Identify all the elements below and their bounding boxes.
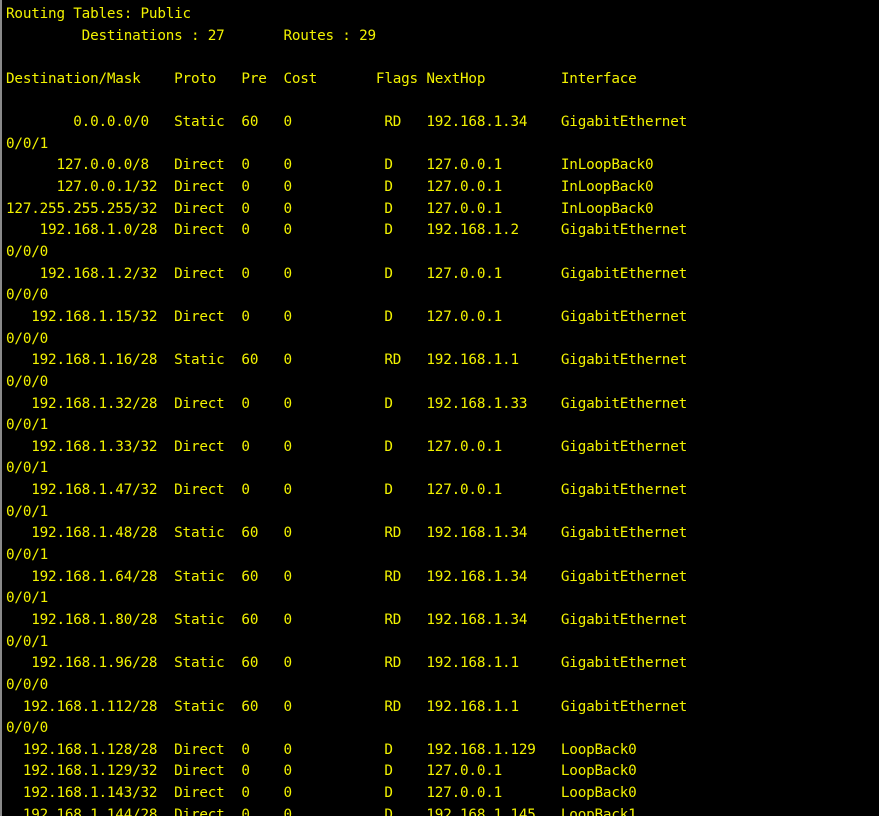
table-row: 127.0.0.1/32 Direct 0 0 D 127.0.0.1 InLo…	[6, 179, 654, 196]
table-row: 127.255.255.255/32 Direct 0 0 D 127.0.0.…	[6, 200, 654, 217]
terminal-line: Destinations : 27 Routes : 29	[6, 27, 376, 44]
table-row-wrap: 0/0/1	[6, 135, 49, 152]
terminal-line	[6, 47, 687, 69]
terminal-line: Routing Tables: Public	[6, 6, 191, 22]
table-row-wrap: 0/0/0	[6, 373, 49, 390]
table-row: 192.168.1.144/28 Direct 0 0 D 192.168.1.…	[6, 806, 637, 816]
table-header-row: Destination/Mask Proto Pre Cost Flags Ne…	[6, 70, 637, 87]
table-row-wrap: 0/0/0	[6, 676, 49, 693]
table-row-wrap: 0/0/1	[6, 633, 49, 650]
table-row: 192.168.1.80/28 Static 60 0 RD 192.168.1…	[6, 611, 688, 628]
table-row-wrap: 0/0/0	[6, 330, 49, 347]
table-row: 192.168.1.0/28 Direct 0 0 D 192.168.1.2 …	[6, 222, 688, 239]
table-row-wrap: 0/0/1	[6, 590, 49, 607]
table-row-wrap: 0/0/1	[6, 460, 49, 477]
table-row-wrap: 0/0/1	[6, 503, 49, 520]
table-row: 192.168.1.48/28 Static 60 0 RD 192.168.1…	[6, 525, 688, 542]
table-row: 192.168.1.129/32 Direct 0 0 D 127.0.0.1 …	[6, 763, 637, 780]
table-row: 192.168.1.128/28 Direct 0 0 D 192.168.1.…	[6, 741, 637, 758]
table-row: 192.168.1.64/28 Static 60 0 RD 192.168.1…	[6, 568, 688, 585]
table-row: 192.168.1.2/32 Direct 0 0 D 127.0.0.1 Gi…	[6, 265, 688, 282]
table-row-wrap: 0/0/1	[6, 417, 49, 434]
table-row: 0.0.0.0/0 Static 60 0 RD 192.168.1.34 Gi…	[6, 114, 688, 131]
table-row: 192.168.1.112/28 Static 60 0 RD 192.168.…	[6, 698, 688, 715]
terminal-line	[6, 91, 687, 113]
table-row: 192.168.1.33/32 Direct 0 0 D 127.0.0.1 G…	[6, 438, 688, 455]
table-row-wrap: 0/0/0	[6, 244, 49, 261]
table-row: 192.168.1.47/32 Direct 0 0 D 127.0.0.1 G…	[6, 482, 688, 499]
table-row: 192.168.1.96/28 Static 60 0 RD 192.168.1…	[6, 655, 688, 672]
table-row: 127.0.0.0/8 Direct 0 0 D 127.0.0.1 InLoo…	[6, 157, 654, 174]
routing-table-output: Routing Tables: Public Destinations : 27…	[6, 4, 687, 816]
table-row: 192.168.1.143/32 Direct 0 0 D 127.0.0.1 …	[6, 785, 637, 802]
table-row-wrap: 0/0/1	[6, 547, 49, 564]
table-row: 192.168.1.15/32 Direct 0 0 D 127.0.0.1 G…	[6, 308, 688, 325]
table-row: 192.168.1.16/28 Static 60 0 RD 192.168.1…	[6, 352, 688, 369]
table-row-wrap: 0/0/0	[6, 720, 49, 737]
terminal-window[interactable]: Routing Tables: Public Destinations : 27…	[0, 0, 879, 816]
table-row-wrap: 0/0/0	[6, 287, 49, 304]
table-row: 192.168.1.32/28 Direct 0 0 D 192.168.1.3…	[6, 395, 688, 412]
